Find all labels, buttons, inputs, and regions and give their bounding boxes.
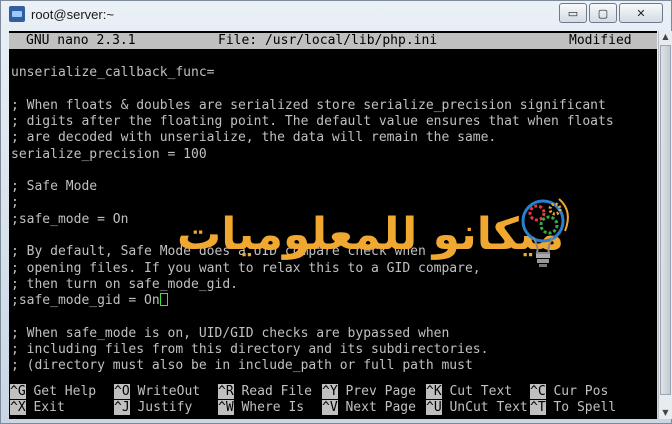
terminal-window: root@server:~ ▭ ▢ ✕ GNU nano 2.3.1 File:…: [0, 0, 672, 424]
shortcut-label: Prev Page: [337, 384, 416, 399]
file-line[interactable]: ; (directory must also be in include_pat…: [11, 358, 473, 374]
line-text: ; are decoded with unserialize, the data…: [11, 130, 497, 146]
minimize-button[interactable]: ▭: [559, 3, 587, 23]
terminal-app-icon: [9, 6, 25, 22]
scroll-down-icon[interactable]: ▼: [659, 407, 672, 419]
shortcut-label: Exit: [25, 400, 65, 415]
vertical-scrollbar[interactable]: ▲ ▼: [658, 31, 672, 419]
scroll-up-icon[interactable]: ▲: [659, 31, 672, 43]
line-text: ; When safe_mode is on, UID/GID checks a…: [11, 325, 450, 341]
shortcut-key: ^Y: [322, 384, 338, 399]
line-text: ; including files from this directory an…: [11, 342, 489, 358]
shortcut-key: ^G: [10, 384, 26, 399]
shortcut-key: ^W: [218, 400, 234, 415]
line-text: unserialize_callback_func=: [11, 65, 215, 80]
shortcut-label: Get Help: [25, 384, 97, 399]
file-line[interactable]: ; Safe Mode: [11, 179, 97, 195]
line-text: ;safe_mode_gid = On: [11, 293, 160, 309]
scroll-thumb[interactable]: [660, 45, 671, 395]
line-text: ;safe_mode = On: [11, 211, 129, 227]
shortcut-item[interactable]: ^K Cut Text: [426, 384, 512, 400]
file-line[interactable]: unserialize_callback_func=: [11, 65, 215, 81]
watermark: ميكانو للمعلوميات: [177, 191, 597, 291]
shortcut-key: ^V: [322, 400, 338, 415]
close-icon: ✕: [636, 6, 646, 20]
shortcut-label: Read File: [233, 384, 312, 399]
line-text: ; When floats & doubles are serialized s…: [11, 97, 606, 113]
shortcut-label: To Spell: [545, 400, 617, 415]
shortcut-label: Next Page: [337, 400, 416, 415]
terminal-area[interactable]: GNU nano 2.3.1 File: /usr/local/lib/php.…: [9, 31, 657, 419]
shortcut-key: ^R: [218, 384, 234, 399]
nano-version: GNU nano 2.3.1: [26, 33, 136, 48]
nano-status: Modified: [569, 33, 632, 48]
window-title: root@server:~: [31, 7, 114, 22]
shortcut-key: ^J: [114, 400, 130, 415]
shortcut-item[interactable]: ^C Cur Pos: [530, 384, 608, 400]
shortcut-label: Justify: [129, 400, 193, 415]
nano-header: GNU nano 2.3.1 File: /usr/local/lib/php.…: [9, 33, 657, 49]
line-text: serialize_precision = 100: [11, 146, 207, 162]
shortcut-item[interactable]: ^G Get Help: [10, 384, 96, 400]
shortcut-key: ^T: [530, 400, 546, 415]
file-line[interactable]: ; When safe_mode is on, UID/GID checks a…: [11, 326, 449, 342]
file-line[interactable]: ; including files from this directory an…: [11, 342, 488, 358]
text-cursor: [159, 293, 168, 307]
shortcut-label: Cut Text: [441, 384, 513, 399]
shortcut-item[interactable]: ^Y Prev Page: [322, 384, 416, 400]
file-line[interactable]: serialize_precision = 100: [11, 147, 207, 163]
shortcut-item[interactable]: ^U UnCut Text: [426, 400, 528, 416]
window-controls: ▭ ▢ ✕: [559, 3, 663, 23]
shortcut-label: Cur Pos: [545, 384, 609, 399]
line-text: ; (directory must also be in include_pat…: [11, 358, 473, 374]
shortcut-item[interactable]: ^J Justify: [114, 400, 192, 416]
shortcut-item[interactable]: ^W Where Is: [218, 400, 304, 416]
shortcut-key: ^X: [10, 400, 26, 415]
shortcut-item[interactable]: ^V Next Page: [322, 400, 416, 416]
file-line[interactable]: ;: [11, 195, 19, 211]
close-button[interactable]: ✕: [619, 3, 663, 23]
nano-filename: File: /usr/local/lib/php.ini: [218, 33, 438, 48]
shortcut-label: UnCut Text: [441, 400, 528, 415]
line-text: ; Safe Mode: [11, 179, 98, 195]
lightbulb-gear-icon: [521, 198, 569, 267]
shortcut-label: Where Is: [233, 400, 305, 415]
shortcut-key: ^K: [426, 384, 442, 399]
shortcut-label: WriteOut: [129, 384, 201, 399]
file-line[interactable]: ; When floats & doubles are serialized s…: [11, 98, 606, 114]
shortcut-key: ^C: [530, 384, 546, 399]
line-text: ;: [11, 195, 19, 211]
maximize-icon: ▢: [597, 6, 609, 20]
title-bar[interactable]: root@server:~ ▭ ▢ ✕: [1, 1, 671, 29]
file-line[interactable]: ;safe_mode = On: [11, 212, 128, 228]
shortcut-item[interactable]: ^O WriteOut: [114, 384, 200, 400]
maximize-button[interactable]: ▢: [589, 3, 617, 23]
file-line[interactable]: ; digits after the floating point. The d…: [11, 114, 614, 130]
shortcut-item[interactable]: ^R Read File: [218, 384, 312, 400]
line-text: ; digits after the floating point. The d…: [11, 113, 614, 129]
shortcut-item[interactable]: ^X Exit: [10, 400, 65, 416]
minimize-icon: ▭: [567, 6, 579, 20]
file-line[interactable]: ;safe_mode_gid = On: [11, 293, 168, 309]
shortcut-item[interactable]: ^T To Spell: [530, 400, 616, 416]
file-line[interactable]: ; are decoded with unserialize, the data…: [11, 130, 496, 146]
shortcut-key: ^U: [426, 400, 442, 415]
shortcut-key: ^O: [114, 384, 130, 399]
watermark-text: ميكانو للمعلوميات: [177, 209, 565, 260]
